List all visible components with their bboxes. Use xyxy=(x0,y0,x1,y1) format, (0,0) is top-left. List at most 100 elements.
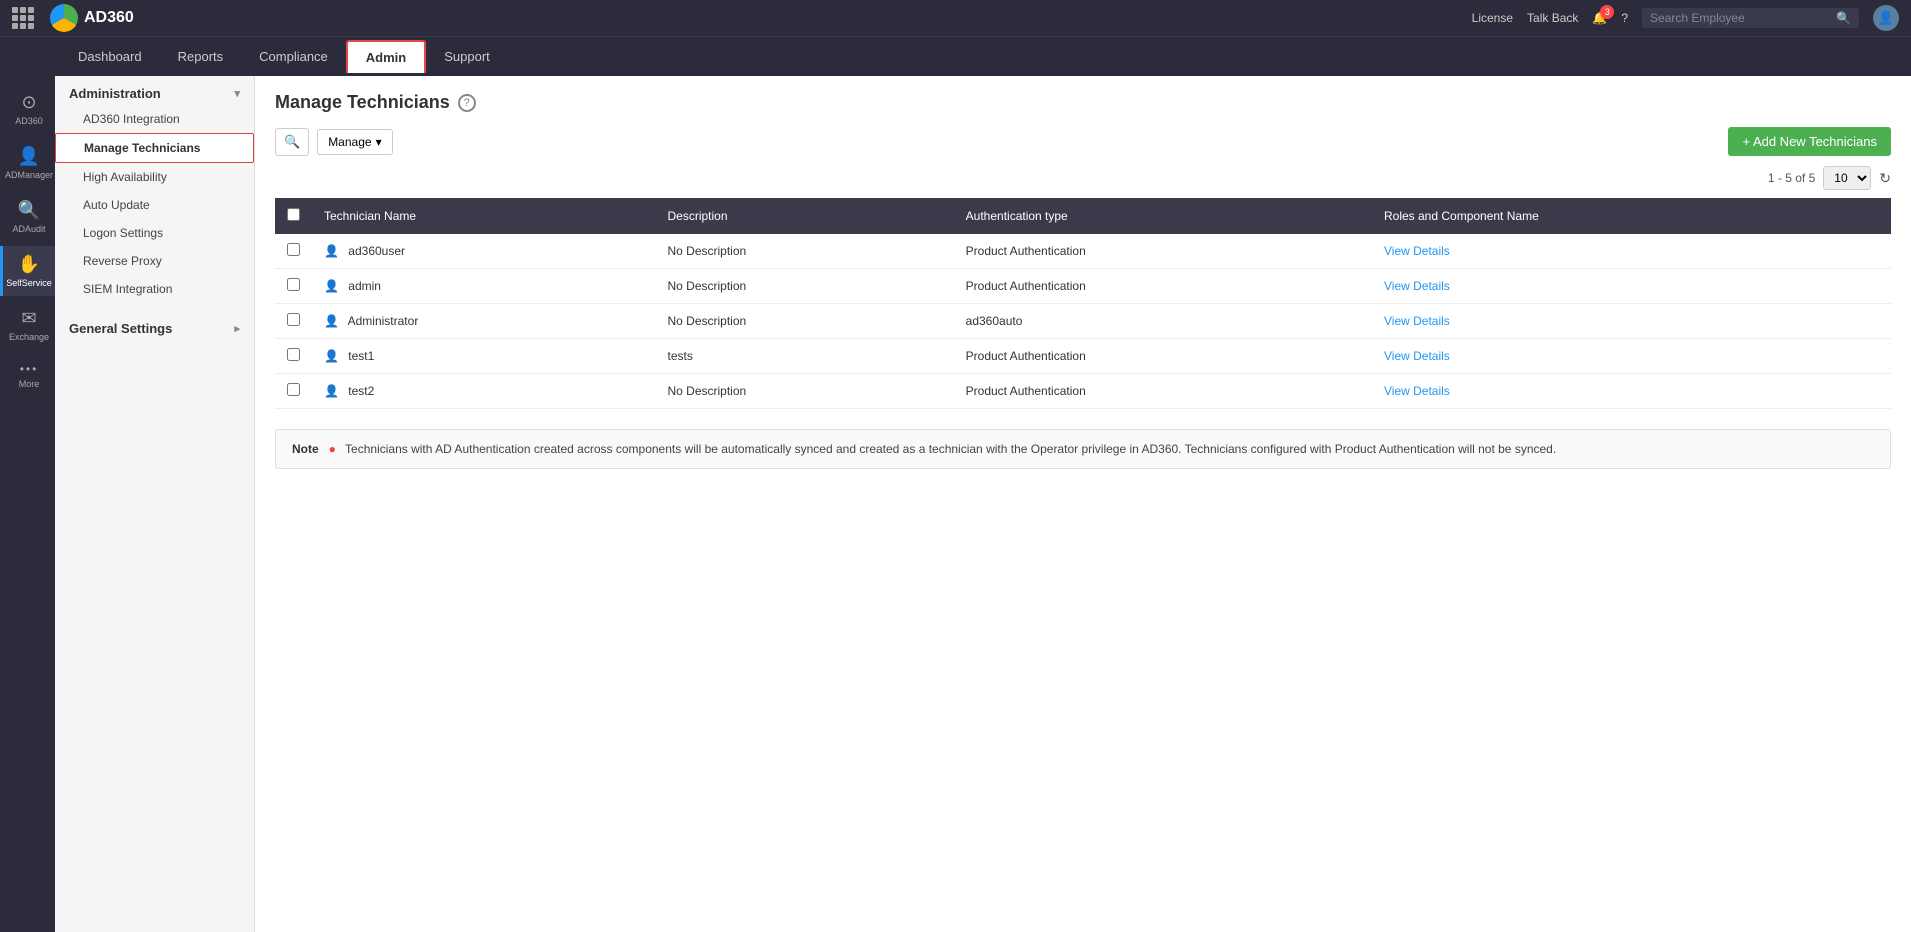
admanager-icon: 👤 xyxy=(18,146,40,167)
add-technicians-label: + Add New Technicians xyxy=(1742,134,1877,149)
main-layout: ⊙ AD360 👤 ADManager 🔍 ADAudit ✋ SelfServ… xyxy=(0,76,1911,932)
tab-compliance[interactable]: Compliance xyxy=(241,41,346,72)
icon-bar-item-ad360[interactable]: ⊙ AD360 xyxy=(0,84,55,134)
row-checkbox-0 xyxy=(275,234,312,269)
tab-support[interactable]: Support xyxy=(426,41,508,72)
table-row: 👤 admin No Description Product Authentic… xyxy=(275,269,1891,304)
row-select-3[interactable] xyxy=(287,348,300,361)
nav-bar: Dashboard Reports Compliance Admin Suppo… xyxy=(0,36,1911,76)
row-auth-type-0: Product Authentication xyxy=(954,234,1372,269)
sidebar-section-general-settings[interactable]: General Settings ▸ xyxy=(55,311,254,340)
top-bar-left: AD360 xyxy=(12,4,134,32)
row-auth-type-4: Product Authentication xyxy=(954,374,1372,409)
manage-dropdown-button[interactable]: Manage ▾ xyxy=(317,129,392,155)
view-details-link-0[interactable]: View Details xyxy=(1384,244,1450,258)
view-details-link-1[interactable]: View Details xyxy=(1384,279,1450,293)
top-bar-right: License Talk Back 🔔 3 ? 🔍 👤 xyxy=(1472,5,1899,31)
section-chevron-icon: ▾ xyxy=(234,87,240,100)
row-description-1: No Description xyxy=(655,269,953,304)
icon-bar-label-exchange: Exchange xyxy=(9,332,49,342)
grid-menu-icon[interactable] xyxy=(12,7,34,29)
sidebar-item-high-availability[interactable]: High Availability xyxy=(55,163,254,191)
user-icon-1: 👤 xyxy=(324,279,339,293)
icon-bar-label-adaudit: ADAudit xyxy=(12,224,45,234)
row-checkbox-1 xyxy=(275,269,312,304)
user-avatar[interactable]: 👤 xyxy=(1873,5,1899,31)
row-checkbox-3 xyxy=(275,339,312,374)
manage-label: Manage xyxy=(328,135,371,149)
row-name-3: 👤 test1 xyxy=(312,339,655,374)
ad360-icon: ⊙ xyxy=(21,92,36,113)
talkback-link[interactable]: Talk Back xyxy=(1527,11,1578,25)
page-help-icon[interactable]: ? xyxy=(458,94,476,112)
refresh-button[interactable]: ↻ xyxy=(1879,170,1891,187)
view-details-link-2[interactable]: View Details xyxy=(1384,314,1450,328)
sidebar-item-logon-settings[interactable]: Logon Settings xyxy=(55,219,254,247)
icon-bar-label-more: More xyxy=(19,379,40,389)
row-description-2: No Description xyxy=(655,304,953,339)
tab-reports[interactable]: Reports xyxy=(160,41,242,72)
icon-bar-item-more[interactable]: ••• More xyxy=(0,354,55,397)
general-settings-label: General Settings xyxy=(69,321,172,336)
icon-bar-label-selfservice: SelfService xyxy=(6,278,52,288)
row-select-1[interactable] xyxy=(287,278,300,291)
note-label: Note xyxy=(292,442,319,456)
content-area: Manage Technicians ? 🔍 Manage ▾ + Add Ne… xyxy=(255,76,1911,932)
tab-admin[interactable]: Admin xyxy=(346,40,426,73)
icon-bar-item-admanager[interactable]: 👤 ADManager xyxy=(0,138,55,188)
row-select-4[interactable] xyxy=(287,383,300,396)
search-submit-icon[interactable]: 🔍 xyxy=(1836,11,1851,25)
top-bar: AD360 License Talk Back 🔔 3 ? 🔍 👤 xyxy=(0,0,1911,36)
table-header-row: Technician Name Description Authenticati… xyxy=(275,198,1891,234)
adaudit-icon: 🔍 xyxy=(18,200,40,221)
col-description: Description xyxy=(655,198,953,234)
toolbar-right: + Add New Technicians xyxy=(1728,127,1891,156)
row-roles-3: View Details xyxy=(1372,339,1891,374)
add-technicians-button[interactable]: + Add New Technicians xyxy=(1728,127,1891,156)
user-icon-3: 👤 xyxy=(324,349,339,363)
col-checkbox xyxy=(275,198,312,234)
page-size-select[interactable]: 10 25 50 xyxy=(1823,166,1871,190)
tab-dashboard[interactable]: Dashboard xyxy=(60,41,160,72)
search-employee-wrap: 🔍 xyxy=(1642,8,1859,28)
logo-circle-icon xyxy=(50,4,78,32)
sidebar-item-reverse-proxy[interactable]: Reverse Proxy xyxy=(55,247,254,275)
sidebar-section-administration[interactable]: Administration ▾ xyxy=(55,76,254,105)
icon-bar-item-selfservice[interactable]: ✋ SelfService xyxy=(0,246,55,296)
page-title: Manage Technicians xyxy=(275,92,450,113)
license-link[interactable]: License xyxy=(1472,11,1513,25)
row-name-text-2: Administrator xyxy=(348,314,419,328)
icon-bar-label-ad360: AD360 xyxy=(15,116,43,126)
table-search-button[interactable]: 🔍 xyxy=(275,128,309,156)
row-roles-1: View Details xyxy=(1372,269,1891,304)
view-details-link-4[interactable]: View Details xyxy=(1384,384,1450,398)
help-button[interactable]: ? xyxy=(1621,11,1628,25)
row-roles-2: View Details xyxy=(1372,304,1891,339)
icon-bar-label-admanager: ADManager xyxy=(5,170,53,180)
icon-bar-item-exchange[interactable]: ✉ Exchange xyxy=(0,300,55,350)
selfservice-icon: ✋ xyxy=(18,254,40,275)
row-select-2[interactable] xyxy=(287,313,300,326)
row-select-0[interactable] xyxy=(287,243,300,256)
pagination-row: 1 - 5 of 5 10 25 50 ↻ xyxy=(275,166,1891,190)
row-name-4: 👤 test2 xyxy=(312,374,655,409)
note-text: Technicians with AD Authentication creat… xyxy=(345,442,1556,456)
view-details-link-3[interactable]: View Details xyxy=(1384,349,1450,363)
row-name-text-4: test2 xyxy=(348,384,374,398)
table-row: 👤 test2 No Description Product Authentic… xyxy=(275,374,1891,409)
sidebar-item-siem-integration[interactable]: SIEM Integration xyxy=(55,275,254,303)
app-name: AD360 xyxy=(84,9,134,27)
row-name-text-3: test1 xyxy=(348,349,374,363)
col-auth-type: Authentication type xyxy=(954,198,1372,234)
sidebar-item-ad360-integration[interactable]: AD360 Integration xyxy=(55,105,254,133)
search-employee-input[interactable] xyxy=(1650,11,1830,25)
sidebar-item-manage-technicians[interactable]: Manage Technicians xyxy=(55,133,254,163)
user-icon-4: 👤 xyxy=(324,384,339,398)
notification-bell[interactable]: 🔔 3 xyxy=(1592,11,1607,25)
sidebar-section-label: Administration xyxy=(69,86,161,101)
sidebar-item-auto-update[interactable]: Auto Update xyxy=(55,191,254,219)
select-all-checkbox[interactable] xyxy=(287,208,300,221)
icon-bar-item-adaudit[interactable]: 🔍 ADAudit xyxy=(0,192,55,242)
row-description-3: tests xyxy=(655,339,953,374)
user-icon-0: 👤 xyxy=(324,244,339,258)
